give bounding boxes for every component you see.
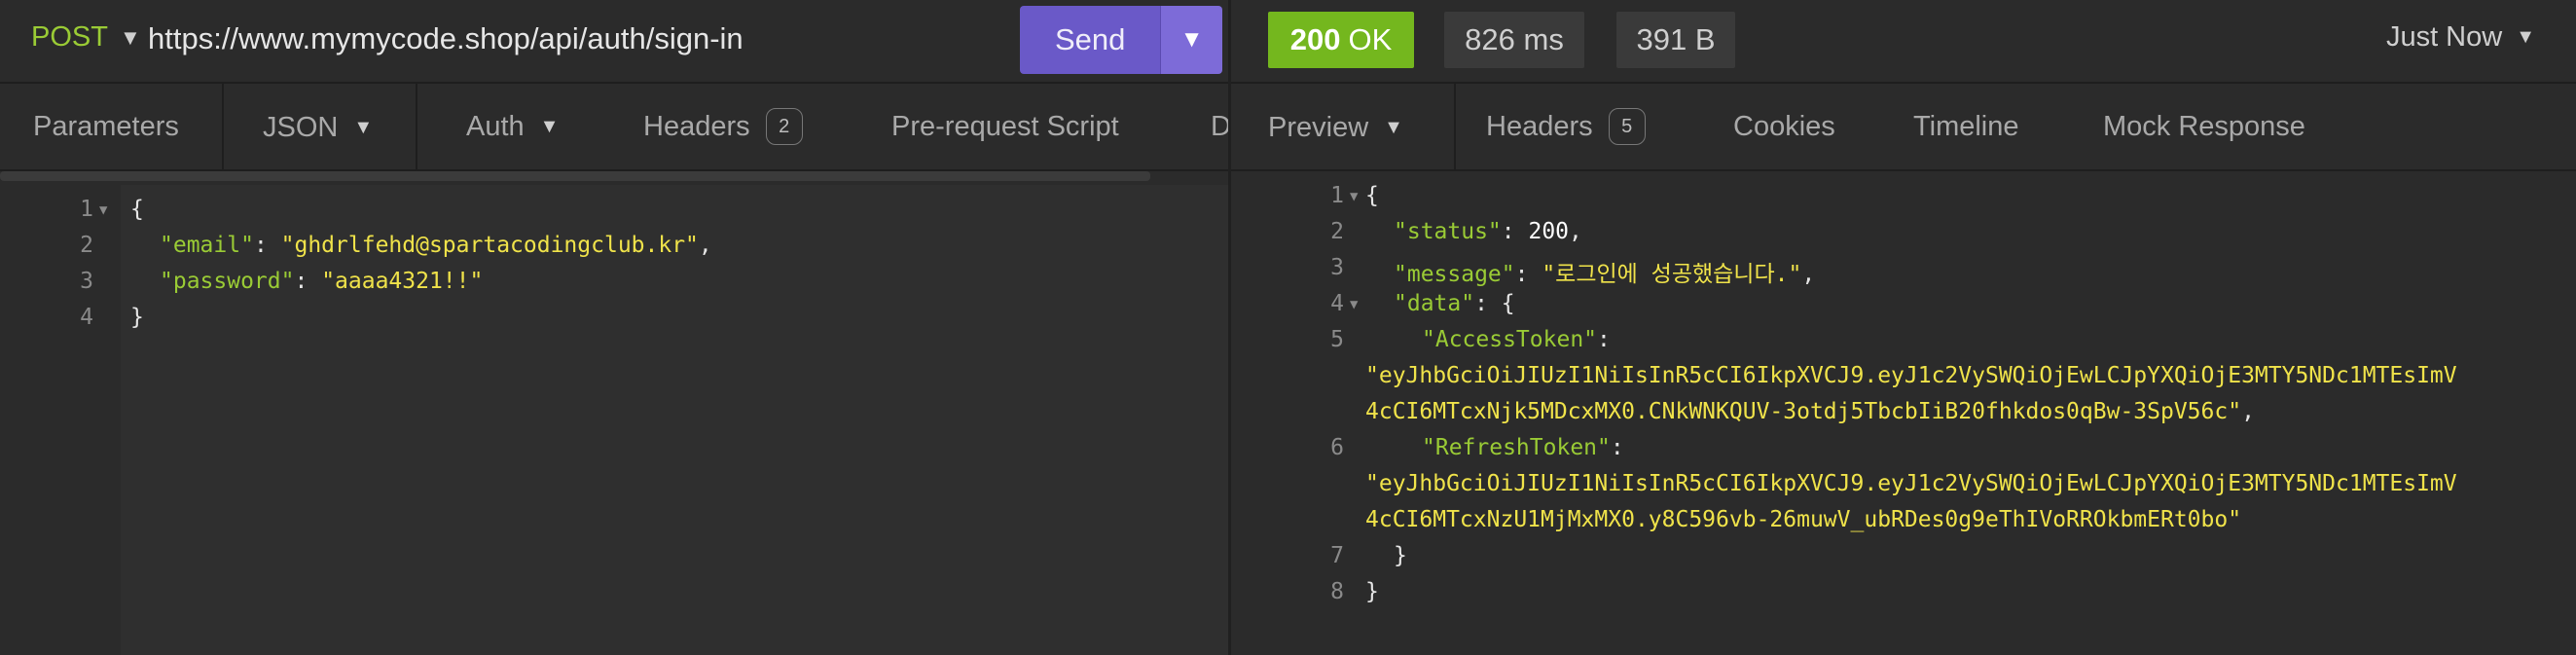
line-number: 2 — [1330, 219, 1344, 244]
tab-label: Auth — [466, 110, 525, 142]
tab-label: Pre-request Script — [891, 110, 1119, 142]
chevron-down-icon: ▼ — [1384, 116, 1403, 138]
chevron-down-icon: ▼ — [2516, 26, 2535, 48]
fold-arrow-icon[interactable]: ▼ — [1350, 297, 1358, 312]
tab-label: Preview — [1268, 111, 1369, 143]
code-line: "data": { — [1394, 291, 1515, 316]
code-line: 4cCI6MTcxNjk5MDcxMX0.CNkWNKQUV-3otdj5Tbc… — [1365, 399, 2255, 424]
response-body-code: 1 ▼ 2 3 4 ▼ 5 6 7 8 { "status": 200, "me… — [1231, 181, 2576, 655]
tab-headers[interactable]: Headers 2 — [643, 84, 803, 169]
tab-label: Cookies — [1733, 110, 1835, 142]
headers-count-badge: 2 — [765, 108, 803, 145]
line-number: 3 — [80, 269, 93, 294]
tab-label: Parameters — [33, 110, 179, 142]
code-line: { — [130, 197, 144, 222]
line-number: 8 — [1330, 579, 1344, 604]
line-number: 7 — [1330, 543, 1344, 568]
send-options-button[interactable]: ▼ — [1160, 6, 1222, 74]
chevron-down-icon: ▼ — [119, 24, 141, 50]
line-number: 2 — [80, 233, 93, 258]
response-size-badge: 391 B — [1616, 12, 1735, 68]
code-line: "eyJhbGciOiJIUzI1NiIsInR5cCI6IkpXVCJ9.ey… — [1365, 471, 2457, 496]
send-button[interactable]: Send — [1020, 6, 1161, 74]
line-number: 5 — [1330, 327, 1344, 352]
tab-label: Headers — [643, 110, 750, 142]
status-badge: 200 OK — [1268, 12, 1414, 68]
url-input[interactable]: https://www.mymycode.shop/api/auth/sign-… — [148, 21, 744, 56]
code-line: } — [130, 305, 144, 330]
response-tabs: Preview ▼ Headers 5 Cookies Timeline Moc… — [1231, 84, 2576, 171]
code-line: "RefreshToken": — [1422, 435, 1624, 460]
response-history-select[interactable]: Just Now ▼ — [2386, 21, 2535, 54]
tab-label: D — [1211, 111, 1228, 143]
code-line: "AccessToken": — [1422, 327, 1611, 352]
line-number: 3 — [1330, 255, 1344, 280]
fold-arrow-icon[interactable]: ▼ — [1350, 189, 1358, 204]
tab-docs[interactable]: D — [1211, 84, 1228, 169]
line-number: 1 — [1330, 183, 1344, 208]
tab-response-headers[interactable]: Headers 5 — [1486, 84, 1646, 169]
chevron-down-icon: ▼ — [353, 116, 374, 138]
code-line: } — [1365, 579, 1379, 604]
chevron-down-icon: ▼ — [1179, 26, 1204, 53]
url-bar: POST ▼ https://www.mymycode.shop/api/aut… — [0, 0, 1228, 84]
code-line: "password": "aaaa4321!!" — [160, 269, 484, 294]
history-label: Just Now — [2385, 21, 2503, 53]
tab-mock-response[interactable]: Mock Response — [2103, 84, 2305, 169]
tab-timeline[interactable]: Timeline — [1913, 84, 2019, 169]
request-tabs: Parameters JSON ▼ Auth ▼ Headers 2 Pre-r… — [0, 84, 1228, 171]
code-line: "eyJhbGciOiJIUzI1NiIsInR5cCI6IkpXVCJ9.ey… — [1365, 363, 2457, 388]
response-time-badge: 826 ms — [1444, 12, 1584, 68]
request-pane: POST ▼ https://www.mymycode.shop/api/aut… — [0, 0, 1228, 655]
tab-json[interactable]: JSON ▼ — [222, 84, 418, 169]
response-status-bar — [1231, 0, 2576, 84]
code-line: "status": 200, — [1394, 219, 1582, 244]
line-number: 1 — [80, 197, 93, 222]
code-line: { — [1365, 183, 1379, 208]
line-number: 4 — [1330, 291, 1344, 316]
method-select[interactable]: POST ▼ — [31, 21, 141, 54]
code-line: } — [1394, 543, 1407, 568]
tab-label: JSON — [263, 111, 339, 143]
line-number: 6 — [1330, 435, 1344, 460]
headers-count-badge: 5 — [1608, 108, 1646, 145]
method-label: POST — [31, 21, 108, 53]
tab-label: Timeline — [1913, 110, 2019, 142]
tabs-scrollbar[interactable] — [0, 171, 1150, 181]
line-number: 4 — [80, 305, 93, 330]
fold-arrow-icon[interactable]: ▼ — [99, 202, 107, 218]
tab-label: Headers — [1486, 110, 1593, 142]
tab-pre-request-script[interactable]: Pre-request Script — [891, 84, 1119, 169]
tab-auth[interactable]: Auth ▼ — [466, 84, 559, 169]
code-line: 4cCI6MTcxNzU1MjMxMX0.y8C596vb-26muwV_ubR… — [1365, 507, 2242, 532]
tab-parameters[interactable]: Parameters — [33, 84, 179, 169]
code-line: "message": "로그인에 성공했습니다.", — [1394, 262, 1816, 287]
chevron-down-icon: ▼ — [539, 115, 560, 137]
tab-preview[interactable]: Preview ▼ — [1231, 84, 1456, 169]
tab-label: Mock Response — [2103, 110, 2305, 142]
send-button-group: Send ▼ — [1020, 6, 1222, 74]
code-line: "email": "ghdrlfehd@spartacodingclub.kr"… — [160, 233, 712, 258]
tab-cookies[interactable]: Cookies — [1733, 84, 1835, 169]
